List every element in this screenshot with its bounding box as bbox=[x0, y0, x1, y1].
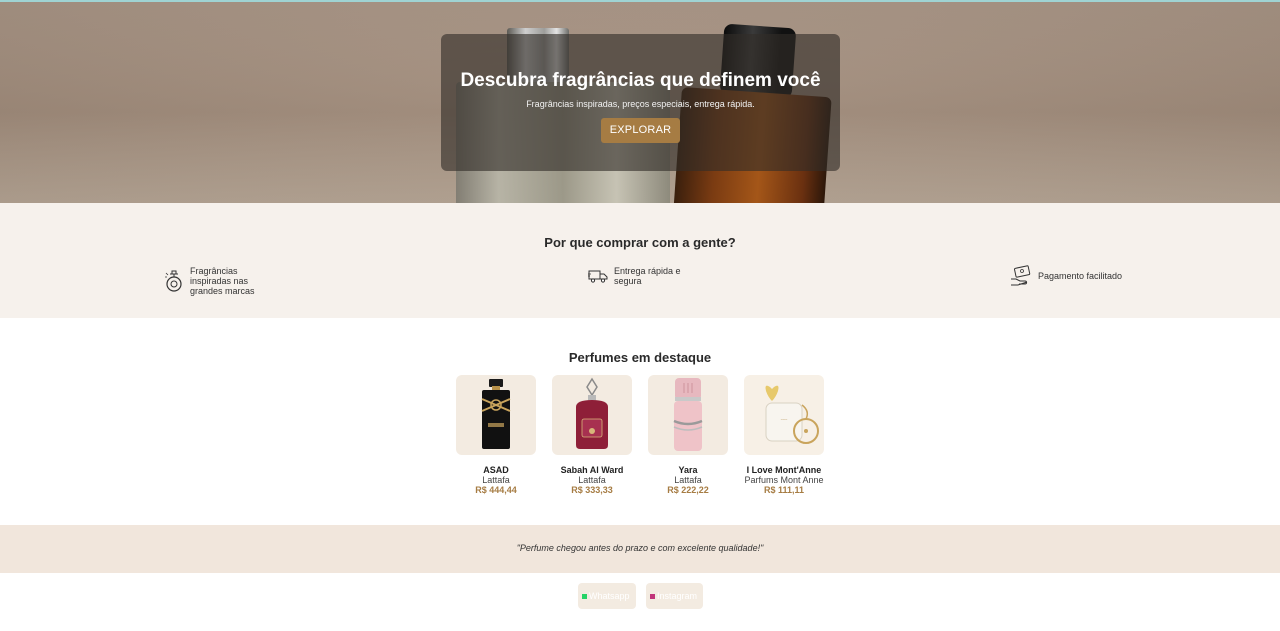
feature-inspired-fragrances: Fragrâncias inspiradas nas grandes marca… bbox=[164, 266, 280, 296]
explore-button[interactable]: EXPLORAR bbox=[601, 118, 680, 143]
instagram-label: Instagram bbox=[657, 591, 698, 601]
product-image-sabah-al-ward[interactable] bbox=[552, 375, 632, 455]
instagram-button[interactable]: Instagram bbox=[646, 583, 703, 609]
product-name: I Love Mont'Anne bbox=[746, 465, 822, 475]
featured-title: Perfumes em destaque bbox=[568, 350, 712, 365]
hero-banner: Descubra fragrâncias que definem você Fr… bbox=[0, 2, 1280, 203]
product-brand: Lattafa bbox=[674, 475, 702, 485]
product-brand: Lattafa bbox=[482, 475, 510, 485]
instagram-icon bbox=[650, 593, 655, 599]
product-list: ASAD Lattafa R$ 444,44 Sabah Al Ward Lat… bbox=[456, 375, 824, 495]
product-card[interactable]: ASAD Lattafa R$ 444,44 bbox=[456, 375, 536, 495]
product-price: R$ 444,44 bbox=[475, 485, 517, 495]
product-card[interactable]: Sabah Al Ward Lattafa R$ 333,33 bbox=[552, 375, 632, 495]
hero-subtitle: Fragrâncias inspiradas, preços especiais… bbox=[526, 99, 755, 109]
feature-easy-payment: Pagamento facilitado bbox=[1010, 265, 1128, 287]
product-image-asad[interactable] bbox=[456, 375, 536, 455]
product-brand: Parfums Mont Anne bbox=[744, 475, 824, 485]
product-price: R$ 111,11 bbox=[763, 485, 805, 495]
hero-title: Descubra fragrâncias que definem você bbox=[460, 70, 821, 91]
feature-text: Fragrâncias inspiradas nas grandes marca… bbox=[190, 266, 255, 296]
feature-text: Entrega rápida e segura bbox=[614, 266, 681, 286]
product-name: Sabah Al Ward bbox=[560, 465, 624, 475]
product-image-i-love-montanne[interactable]: ~~~ bbox=[744, 375, 824, 455]
feature-fast-delivery: Entrega rápida e segura bbox=[588, 266, 704, 286]
perfume-icon bbox=[165, 270, 182, 292]
product-name: Yara bbox=[678, 465, 698, 475]
delivery-truck-icon bbox=[588, 270, 608, 283]
product-card[interactable]: ~~~ I Love Mont'Anne Parfums Mont Anne R… bbox=[744, 375, 824, 495]
product-card[interactable]: Yara Lattafa R$ 222,22 bbox=[648, 375, 728, 495]
product-image-yara[interactable] bbox=[648, 375, 728, 455]
whatsapp-button[interactable]: Whatsapp bbox=[578, 583, 636, 609]
svg-text:~~~: ~~~ bbox=[781, 417, 788, 422]
product-name: ASAD bbox=[483, 465, 509, 475]
testimonial-section: "Perfume chegou antes do prazo e com exc… bbox=[0, 525, 1280, 573]
social-links: Whatsapp Instagram bbox=[578, 583, 703, 609]
feature-text: Pagamento facilitado bbox=[1038, 271, 1123, 281]
payment-hand-icon bbox=[1011, 265, 1031, 286]
testimonial-quote: "Perfume chegou antes do prazo e com exc… bbox=[516, 543, 764, 553]
whatsapp-label: Whatsapp bbox=[589, 591, 630, 601]
why-buy-title: Por que comprar com a gente? bbox=[544, 235, 736, 250]
why-buy-section: Por que comprar com a gente? Fragrâncias… bbox=[0, 203, 1280, 318]
whatsapp-icon bbox=[582, 593, 587, 599]
hero-card: Descubra fragrâncias que definem você Fr… bbox=[441, 34, 840, 171]
product-price: R$ 222,22 bbox=[667, 485, 709, 495]
product-brand: Lattafa bbox=[578, 475, 606, 485]
product-price: R$ 333,33 bbox=[571, 485, 613, 495]
